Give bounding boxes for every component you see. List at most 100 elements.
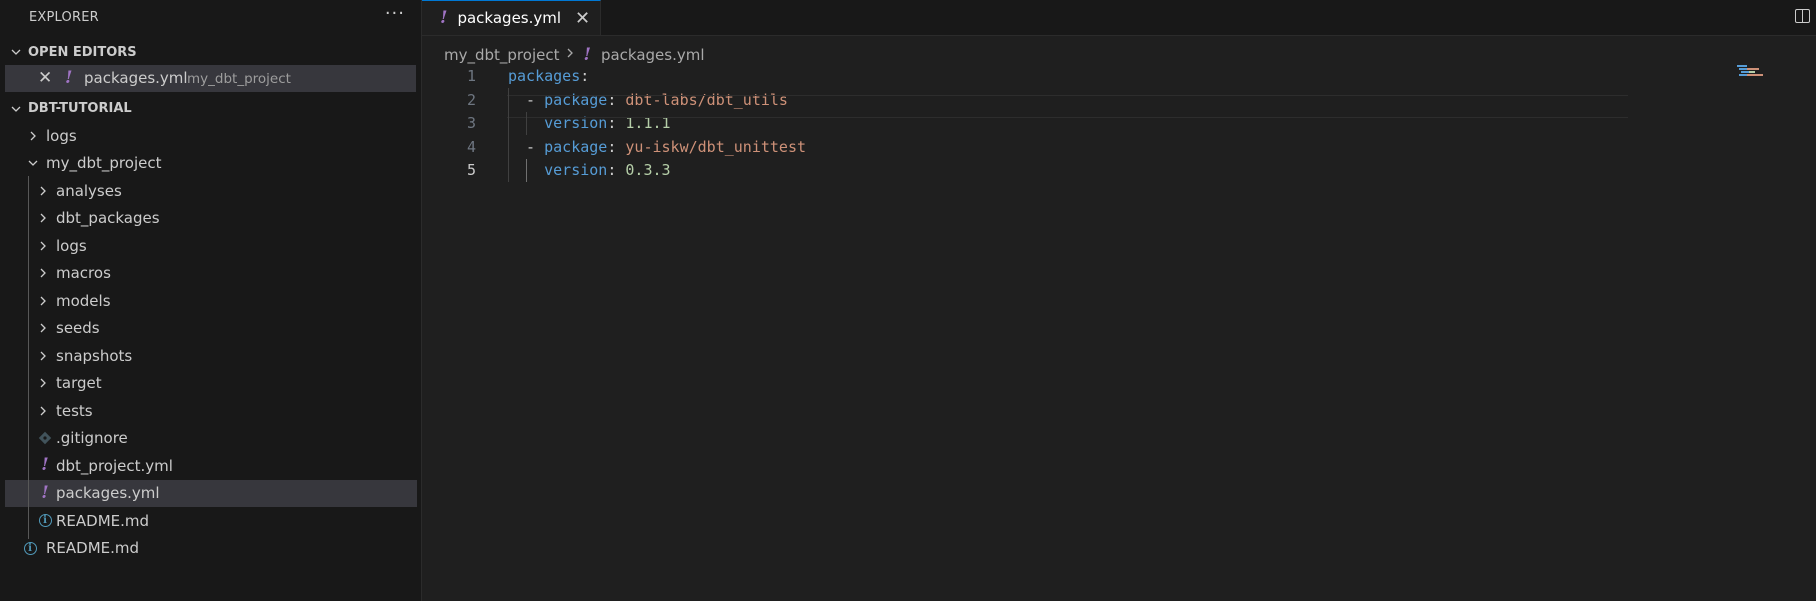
tree-folder-my-dbt-project[interactable]: my_dbt_project (0, 150, 422, 178)
tree-file-packages-yml[interactable]: ! packages.yml (5, 479, 417, 507)
code-line[interactable]: 3 version: 1.1.1 (422, 112, 1816, 136)
chevron-right-icon (35, 403, 51, 419)
tree-item-label: README.md (56, 511, 150, 530)
code-token: 0.3.3 (625, 161, 671, 180)
open-editors-title: OPEN EDITORS (28, 44, 137, 60)
tree-item-label: tests (56, 401, 93, 420)
code-token: version (544, 161, 608, 180)
vscode-window: EXPLORER ··· OPEN EDITORS ✕ ! packages.y… (0, 0, 1816, 601)
chevron-down-icon (10, 46, 28, 58)
code-token: yu-iskw/dbt_unittest (625, 137, 807, 156)
more-actions-icon[interactable]: ··· (385, 5, 405, 23)
tree-item-label: packages.yml (56, 484, 160, 503)
tree-item-label: dbt_packages (56, 209, 160, 228)
explorer-sidebar: EXPLORER ··· OPEN EDITORS ✕ ! packages.y… (0, 0, 422, 601)
code-line[interactable]: 2 - package: dbt-labs/dbt_utils (422, 89, 1816, 113)
tree-folder-models[interactable]: models (0, 287, 422, 315)
tree-file-dbt-project-yml[interactable]: ! dbt_project.yml (0, 452, 422, 480)
code-token: package (544, 137, 608, 156)
tree-folder-analyses[interactable]: analyses (0, 177, 422, 205)
code-token: version (544, 114, 608, 133)
editor-area: ! packages.yml ✕ my_dbt_project ! packag… (422, 0, 1816, 601)
split-editor-icon[interactable] (1795, 9, 1810, 23)
open-editor-item[interactable]: ✕ ! packages.yml my_dbt_project (5, 65, 416, 92)
chevron-down-icon (10, 103, 28, 115)
close-icon[interactable]: ✕ (575, 8, 590, 29)
code-token: - (508, 137, 545, 156)
workspace-header[interactable]: DBT-TUTORIAL (0, 95, 422, 122)
yaml-file-icon: ! (583, 44, 591, 65)
tree-item-label: .gitignore (56, 429, 128, 448)
chevron-down-icon (25, 155, 41, 171)
tree-item-label: dbt_project.yml (56, 456, 173, 475)
workspace-title: DBT-TUTORIAL (28, 101, 132, 116)
open-editors-header[interactable]: OPEN EDITORS (0, 41, 421, 63)
line-number: 2 (466, 90, 476, 109)
line-content: - package: yu-iskw/dbt_unittest (508, 136, 806, 160)
code-token: packages (508, 67, 581, 85)
tree-item-label: snapshots (56, 346, 133, 365)
code-token: 1.1.1 (625, 114, 671, 133)
tree-item-label: my_dbt_project (46, 154, 162, 173)
tree-folder-snapshots[interactable]: snapshots (0, 342, 422, 370)
chevron-right-icon (25, 128, 41, 144)
tab-packages-yml[interactable]: ! packages.yml ✕ (422, 0, 602, 35)
workspace-tree: DBT-TUTORIAL logs my_dbt_project analyses d… (0, 95, 422, 562)
tree-item-label: analyses (56, 181, 122, 200)
tab-bar: ! packages.yml ✕ (422, 0, 1816, 36)
tree-folder-tests[interactable]: tests (0, 397, 422, 425)
info-icon: i (22, 540, 38, 556)
code-line[interactable]: 1 packages: (422, 65, 1816, 89)
breadcrumb: my_dbt_project ! packages.yml (422, 43, 1816, 67)
tree-item-label: models (56, 291, 111, 310)
tree-folder-dbt-packages[interactable]: dbt_packages (0, 205, 422, 233)
explorer-title: EXPLORER (29, 9, 99, 25)
chevron-right-icon (35, 375, 51, 391)
indent-guide (28, 176, 29, 539)
tree-folder-target[interactable]: target (0, 370, 422, 398)
info-icon: i (37, 513, 53, 529)
code-editor[interactable]: 1 packages: 2 - package: dbt-labs/dbt_util… (422, 65, 1816, 183)
chevron-right-icon (35, 265, 51, 281)
line-content: packages: (508, 65, 589, 89)
chevron-right-icon (35, 320, 51, 336)
breadcrumb-file[interactable]: packages.yml (601, 46, 705, 64)
tree-file-readme-md[interactable]: i README.md (0, 507, 422, 535)
chevron-right-icon (35, 210, 51, 226)
line-number: 3 (466, 114, 476, 133)
yaml-file-icon: ! (41, 455, 49, 476)
code-line[interactable]: 4 - package: yu-iskw/dbt_unittest (422, 136, 1816, 160)
chevron-right-icon (35, 293, 51, 309)
indent-guide (508, 88, 509, 182)
tree-item-label: target (56, 374, 102, 393)
tree-file-gitignore[interactable]: .gitignore (0, 425, 422, 453)
tree-folder-macros[interactable]: macros (0, 260, 422, 288)
explorer-header: EXPLORER ··· (0, 0, 421, 34)
chevron-right-icon (35, 183, 51, 199)
breadcrumb-folder[interactable]: my_dbt_project (444, 46, 559, 64)
code-token: dbt-labs/dbt_utils (625, 90, 788, 109)
tab-label: packages.yml (457, 9, 562, 27)
close-icon[interactable]: ✕ (38, 68, 52, 88)
yaml-file-icon: ! (65, 68, 73, 88)
code-token: : (607, 90, 626, 109)
tree-item-label: logs (56, 236, 87, 255)
code-token: : (607, 114, 626, 133)
minimap[interactable] (1737, 65, 1770, 77)
tree-item-label: macros (56, 264, 111, 283)
code-line[interactable]: 5 version: 0.3.3 (422, 159, 1816, 183)
tree-folder-logs[interactable]: logs (0, 232, 422, 260)
code-token: : (580, 67, 590, 85)
line-number: 5 (466, 161, 476, 180)
tree-folder-seeds[interactable]: seeds (0, 315, 422, 343)
code-token: : (607, 161, 626, 180)
line-content: version: 0.3.3 (508, 159, 671, 183)
yaml-file-icon: ! (440, 7, 448, 28)
tree-item-label: logs (46, 126, 77, 145)
tree-file-readme-md[interactable]: i README.md (0, 535, 422, 563)
open-editor-name: packages.yml (84, 69, 188, 87)
tree-folder-logs[interactable]: logs (0, 122, 422, 150)
line-number: 4 (466, 137, 476, 156)
code-token: : (607, 137, 626, 156)
chevron-right-icon (35, 238, 51, 254)
